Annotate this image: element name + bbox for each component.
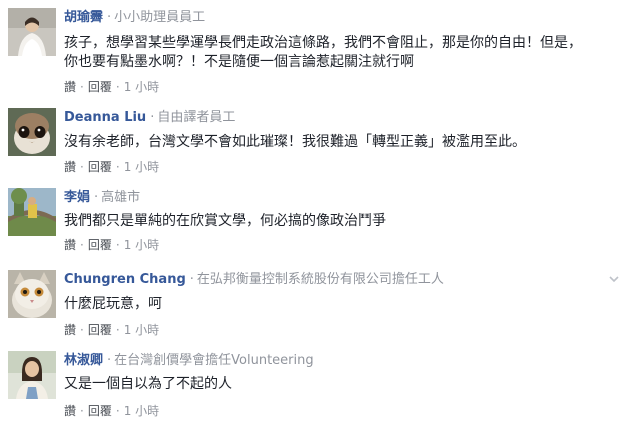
- dot-separator: ·: [80, 238, 84, 252]
- comment-actions: 讚 · 回覆 · 1 小時: [64, 159, 159, 175]
- comment-text-line: 你也要有點墨水啊？！不是隨便一個言論惹起關注就行啊: [64, 54, 414, 70]
- comment-item: 林淑卿 · 在台灣創價學會擔任Volunteering 又是一個自以為了不起的人 讚…: [0, 351, 626, 421]
- comment-text-line: 什麼屁玩意，呵: [64, 296, 162, 312]
- avatar[interactable]: [8, 108, 56, 156]
- author-workplace[interactable]: 自由譯者員工: [157, 110, 235, 125]
- avatar[interactable]: [8, 188, 56, 236]
- author-name[interactable]: 李娟: [64, 190, 90, 205]
- comment-header: Deanna Liu · 自由譯者員工: [64, 108, 235, 128]
- comment-text: 我們都只是單純的在欣賞文學，何必搞的像政治鬥爭: [64, 212, 386, 231]
- reply-link[interactable]: 回覆: [88, 323, 112, 337]
- reply-link[interactable]: 回覆: [88, 80, 112, 94]
- author-workplace[interactable]: 小小助理員員工: [114, 10, 205, 25]
- comment-item: Deanna Liu · 自由譯者員工 沒有余老師，台灣文學不會如此璀璨！我很難過「…: [0, 108, 626, 178]
- separator: ·: [150, 110, 155, 125]
- comment-text: 孩子，想學習某些學運學長們走政治這條路，我們不會阻止，那是你的自由！但是， 你也…: [64, 34, 582, 72]
- dot-separator: ·: [115, 404, 120, 418]
- like-link[interactable]: 讚: [64, 404, 76, 418]
- author-name[interactable]: Chungren Chang: [64, 272, 186, 287]
- comment-list: 胡瑜霽 · 小小助理員員工 孩子，想學習某些學運學長們走政治這條路，我們不會阻止，那…: [0, 0, 626, 423]
- avatar-bride-image: [8, 8, 56, 56]
- dot-separator: ·: [115, 238, 120, 252]
- timestamp[interactable]: 1 小時: [124, 404, 159, 418]
- author-name[interactable]: 林淑卿: [64, 353, 103, 368]
- avatar-woman-image: [8, 351, 56, 399]
- separator: ·: [107, 353, 112, 368]
- author-workplace[interactable]: 在台灣創價學會擔任Volunteering: [114, 353, 313, 368]
- comment-header: 胡瑜霽 · 小小助理員員工: [64, 8, 205, 28]
- comment-text-line: 孩子，想學習某些學運學長們走政治這條路，我們不會阻止，那是你的自由！但是，: [64, 35, 582, 51]
- author-name[interactable]: 胡瑜霽: [64, 10, 103, 25]
- timestamp[interactable]: 1 小時: [124, 238, 159, 252]
- chevron-down-icon-shape: [609, 276, 619, 283]
- comment-actions: 讚 · 回覆 · 1 小時: [64, 79, 159, 95]
- comment-text-line: 我們都只是單純的在欣賞文學，何必搞的像政治鬥爭: [64, 213, 386, 229]
- comment-text: 沒有余老師，台灣文學不會如此璀璨！我很難過「轉型正義」被濫用至此。: [64, 133, 526, 152]
- dot-separator: ·: [80, 80, 84, 94]
- avatar-porg-image: [8, 108, 56, 156]
- timestamp[interactable]: 1 小時: [124, 160, 159, 174]
- avatar[interactable]: [8, 270, 56, 318]
- separator: ·: [94, 190, 99, 205]
- separator: ·: [189, 272, 194, 287]
- avatar-cat-image: [8, 270, 56, 318]
- dot-separator: ·: [115, 80, 120, 94]
- avatar[interactable]: [8, 8, 56, 56]
- reply-link[interactable]: 回覆: [88, 238, 112, 252]
- comment-actions: 讚 · 回覆 · 1 小時: [64, 237, 159, 253]
- dot-separator: ·: [115, 160, 120, 174]
- like-link[interactable]: 讚: [64, 80, 76, 94]
- reply-link[interactable]: 回覆: [88, 160, 112, 174]
- author-name[interactable]: Deanna Liu: [64, 110, 146, 125]
- comment-item: 胡瑜霽 · 小小助理員員工 孩子，想學習某些學運學長們走政治這條路，我們不會阻止，那…: [0, 8, 626, 98]
- separator: ·: [107, 10, 112, 25]
- avatar[interactable]: [8, 351, 56, 399]
- like-link[interactable]: 讚: [64, 238, 76, 252]
- comment-text: 又是一個自以為了不起的人: [64, 375, 232, 394]
- comment-text-line: 沒有余老師，台灣文學不會如此璀璨！我很難過「轉型正義」被濫用至此。: [64, 134, 526, 150]
- comment-header: 李娟 · 高雄市: [64, 188, 140, 208]
- author-workplace[interactable]: 在弘邦衡量控制系統股份有限公司擔任工人: [197, 272, 444, 287]
- reply-link[interactable]: 回覆: [88, 404, 112, 418]
- comment-item: Chungren Chang · 在弘邦衡量控制系統股份有限公司擔任工人 什麼屁玩意…: [0, 270, 626, 342]
- dot-separator: ·: [80, 160, 84, 174]
- comment-text: 什麼屁玩意，呵: [64, 295, 162, 314]
- avatar-bridge-image: [8, 188, 56, 236]
- author-workplace[interactable]: 高雄市: [101, 190, 140, 205]
- dot-separator: ·: [80, 323, 84, 337]
- comment-item: 李娟 · 高雄市 我們都只是單純的在欣賞文學，何必搞的像政治鬥爭 讚 · 回覆 · 1 小時: [0, 188, 626, 258]
- dot-separator: ·: [80, 404, 84, 418]
- like-link[interactable]: 讚: [64, 160, 76, 174]
- dot-separator: ·: [115, 323, 120, 337]
- comment-actions: 讚 · 回覆 · 1 小時: [64, 403, 159, 419]
- timestamp[interactable]: 1 小時: [124, 323, 159, 337]
- like-link[interactable]: 讚: [64, 323, 76, 337]
- comment-text-line: 又是一個自以為了不起的人: [64, 376, 232, 392]
- comment-header: 林淑卿 · 在台灣創價學會擔任Volunteering: [64, 351, 314, 371]
- timestamp[interactable]: 1 小時: [124, 80, 159, 94]
- comment-actions: 讚 · 回覆 · 1 小時: [64, 322, 159, 338]
- comment-header: Chungren Chang · 在弘邦衡量控制系統股份有限公司擔任工人: [64, 270, 444, 290]
- chevron-down-icon[interactable]: [608, 273, 620, 285]
